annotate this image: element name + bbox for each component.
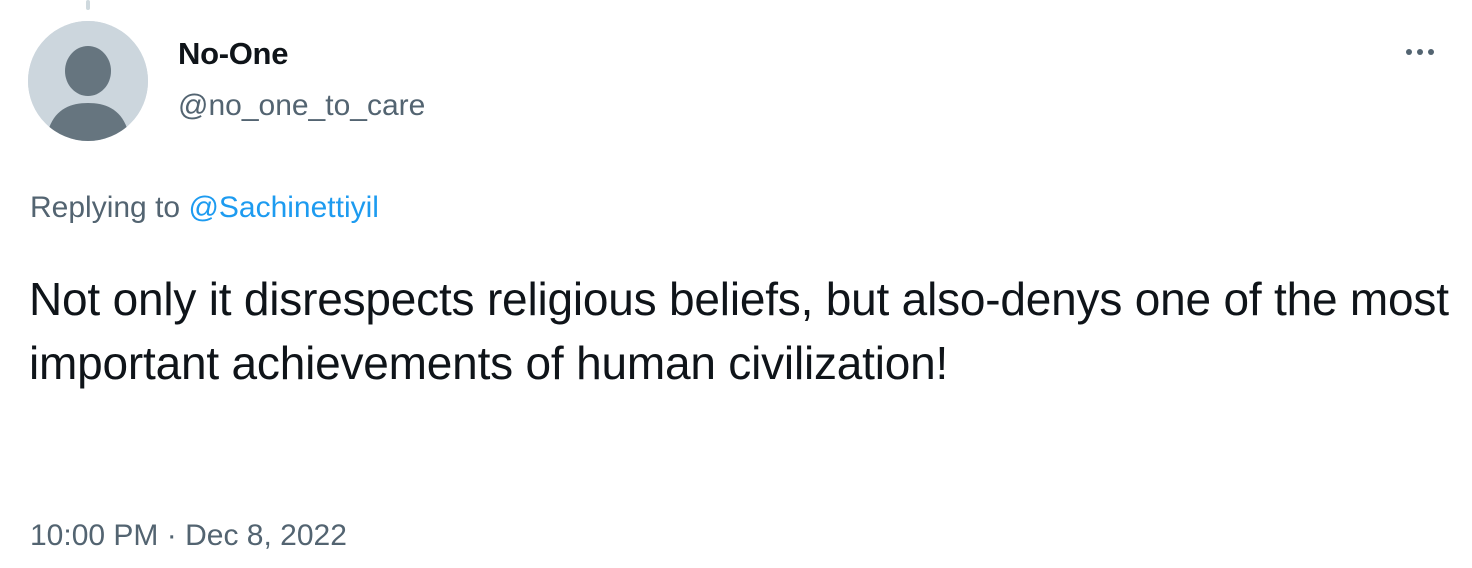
- reply-mention-link[interactable]: @Sachinettiyil: [188, 191, 379, 224]
- more-horizontal-icon-dot: [1417, 49, 1423, 55]
- tweet-timestamp[interactable]: 10:00 PM · Dec 8, 2022: [30, 514, 347, 558]
- user-handle[interactable]: @no_one_to_care: [178, 86, 425, 126]
- tweet-card: No-One @no_one_to_care Replying to @Sach…: [0, 0, 1472, 568]
- more-horizontal-icon: [1406, 49, 1412, 55]
- more-horizontal-icon-dot: [1428, 49, 1434, 55]
- more-options-button[interactable]: [1396, 36, 1444, 68]
- timestamp-separator: ·: [166, 519, 177, 552]
- default-profile-silhouette-icon: [28, 21, 148, 141]
- tweet-text: Not only it disrespects religious belief…: [29, 273, 1449, 389]
- avatar[interactable]: [28, 21, 148, 141]
- user-display-name[interactable]: No-One: [178, 34, 288, 74]
- replying-to-label: Replying to: [30, 191, 181, 224]
- thread-connector-line: [86, 0, 90, 10]
- replying-to-line: Replying to @Sachinettiyil: [30, 188, 379, 228]
- tweet-date[interactable]: Dec 8, 2022: [185, 519, 347, 552]
- tweet-time[interactable]: 10:00 PM: [30, 519, 158, 552]
